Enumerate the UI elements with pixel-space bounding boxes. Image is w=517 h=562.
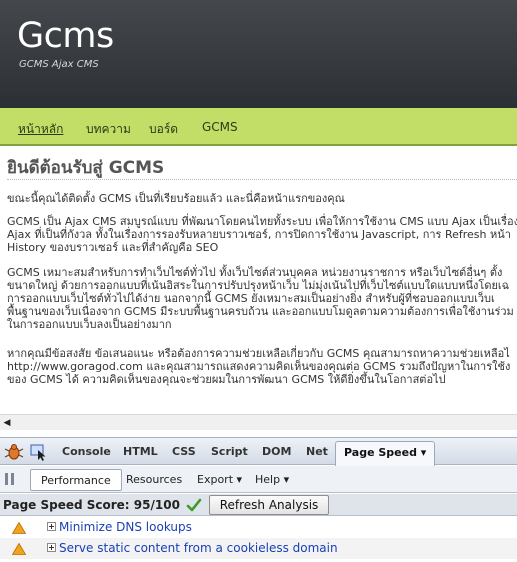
paragraph-line: GCMS เป็น Ajax CMS สมบูรณ์แบบ ที่พัฒนาโด…	[7, 215, 517, 228]
paragraph-line: ในการออกแบบเว็บลงเป็นอย่างมาก	[7, 318, 172, 331]
tab-net[interactable]: Net	[306, 445, 328, 458]
help-menu[interactable]: Help ▾	[255, 473, 289, 486]
paragraph-line: หากคุณมีข้อสงสัย ข้อเสนอแนะ หรือต้องการค…	[7, 347, 510, 360]
tab-console[interactable]: Console	[62, 445, 111, 458]
horizontal-scrollbar[interactable]: ◀	[0, 414, 517, 430]
pause-icon[interactable]	[5, 473, 15, 485]
rule-row[interactable]: Minimize DNS lookups	[0, 517, 517, 538]
paragraph-line: GCMS เหมาะสมสำหรับการทำเว็บไซต์ทั่วไป ทั…	[7, 266, 503, 279]
check-icon	[186, 498, 202, 512]
nav-item-home[interactable]: หน้าหลัก	[18, 120, 63, 139]
tab-page-speed[interactable]: Page Speed ▾	[335, 441, 436, 466]
paragraph-line: ขณะนี้คุณได้ติดตั้ง GCMS เป็นที่เรียบร้อ…	[7, 192, 345, 205]
expand-plus-icon[interactable]	[47, 543, 56, 552]
nav-item-articles[interactable]: บทความ	[86, 120, 131, 139]
site-subtitle: GCMS Ajax CMS	[19, 59, 99, 70]
page-speed-subbar: Performance Resources Export ▾ Help ▾	[0, 466, 517, 493]
export-menu[interactable]: Export ▾	[197, 473, 242, 486]
rule-row[interactable]: Serve static content from a cookieless d…	[0, 538, 517, 559]
expand-plus-icon[interactable]	[47, 522, 56, 531]
page-speed-score: Page Speed Score: 95/100	[3, 498, 180, 512]
tab-css[interactable]: CSS	[172, 445, 196, 458]
main-nav: หน้าหลัก บทความ บอร์ด GCMS	[0, 108, 517, 146]
about-paragraph: GCMS เป็น Ajax CMS สมบูรณ์แบบ ที่พัฒนาโด…	[7, 215, 517, 254]
nav-item-board[interactable]: บอร์ด	[149, 120, 178, 139]
paragraph-line[interactable]: http://www.goragod.com และคุณสามารถแสดงค…	[7, 360, 510, 373]
heading-divider	[7, 179, 517, 180]
paragraph-line: พื้นฐานของเว็บเนื่องจาก GCMS มีระบบพื้นฐ…	[7, 305, 514, 318]
subtab-resources[interactable]: Resources	[126, 473, 182, 486]
paragraph-line: การออกแบบเว็บไซต์ทั่วไปได้ง่าย นอกจากนี้…	[7, 292, 495, 305]
scroll-left-arrow-icon[interactable]: ◀	[2, 417, 12, 429]
refresh-analysis-button[interactable]: Refresh Analysis	[209, 495, 329, 515]
paragraph-line: ของ GCMS ได้ ความคิดเห็นของคุณจะช่วยผมใน…	[7, 373, 446, 386]
site-header: Gcms GCMS Ajax CMS	[0, 0, 517, 108]
browser-viewport: Gcms GCMS Ajax CMS หน้าหลัก บทความ บอร์ด…	[0, 0, 517, 562]
paragraph-line: Ajax ที่เป็นที่กังวล ทั้งในเรื่องการรองร…	[7, 228, 511, 241]
warning-icon	[12, 543, 26, 555]
rule-cookieless-domain[interactable]: Serve static content from a cookieless d…	[59, 541, 338, 555]
firebug-bug-icon[interactable]	[4, 442, 24, 462]
intro-paragraph: ขณะนี้คุณได้ติดตั้ง GCMS เป็นที่เรียบร้อ…	[7, 192, 345, 205]
subtab-performance[interactable]: Performance	[30, 469, 122, 491]
tab-script[interactable]: Script	[211, 445, 248, 458]
score-row: Page Speed Score: 95/100 Refresh Analysi…	[0, 494, 517, 516]
rule-minimize-dns[interactable]: Minimize DNS lookups	[59, 520, 192, 534]
main-content: ยินดีต้อนรับสู่ GCMS ขณะนี้คุณได้ติดตั้ง…	[0, 146, 517, 420]
tab-dom[interactable]: DOM	[262, 445, 291, 458]
firebug-toolbar: Console HTML CSS Script DOM Net Page Spe…	[0, 437, 517, 466]
paragraph-line: ขนาดใหญ่ ด้วยการออกแบบที่เน้นอิสระในการป…	[7, 279, 510, 292]
warning-icon	[12, 522, 26, 534]
inspect-element-icon[interactable]	[29, 442, 49, 462]
site-title[interactable]: Gcms	[17, 16, 114, 56]
paragraph-line: History ของบราวเซอร์ และที่สำคัญคือ SEO	[7, 241, 219, 254]
help-paragraph: หากคุณมีข้อสงสัย ข้อเสนอแนะ หรือต้องการค…	[7, 347, 510, 386]
usage-paragraph: GCMS เหมาะสมสำหรับการทำเว็บไซต์ทั่วไป ทั…	[7, 266, 514, 331]
tab-html[interactable]: HTML	[123, 445, 158, 458]
page-heading: ยินดีต้อนรับสู่ GCMS	[7, 158, 165, 178]
nav-item-gcms[interactable]: GCMS	[202, 120, 238, 134]
